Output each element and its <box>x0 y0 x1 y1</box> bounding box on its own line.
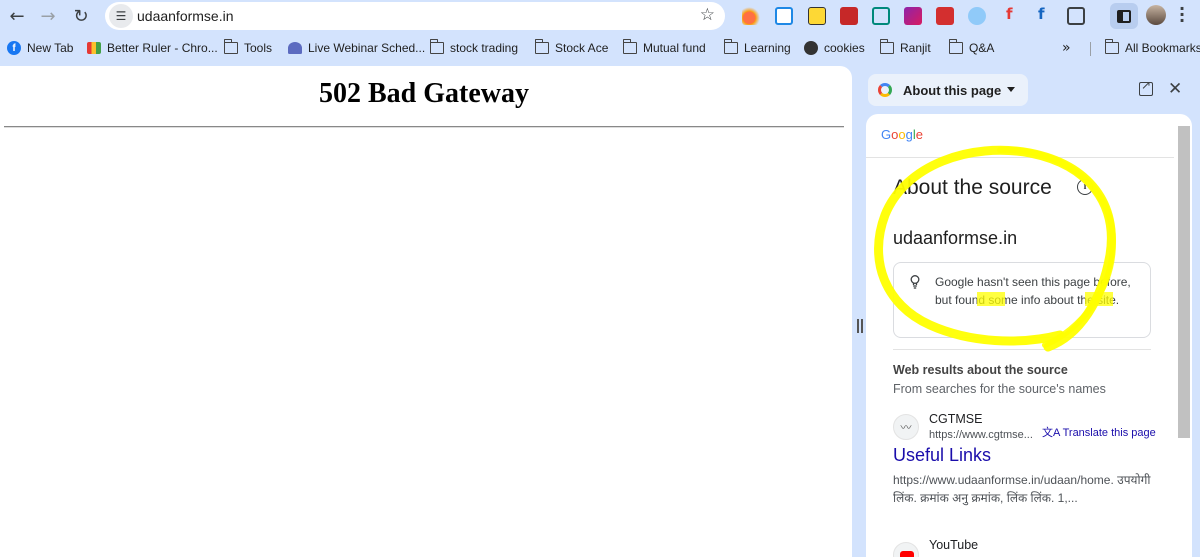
web-page-content: 502 Bad Gateway <box>0 66 852 557</box>
bookmark-folder[interactable]: Tools <box>223 39 273 57</box>
info-icon[interactable]: i <box>1077 179 1093 195</box>
bookmark-label: Q&A <box>969 41 995 55</box>
result-site-name: CGTMSE <box>929 412 983 426</box>
web-results-heading: Web results about the source <box>893 363 1068 377</box>
bookmark-label: Mutual fund <box>643 41 706 55</box>
bookmark-label: New Tab <box>27 41 74 55</box>
extension-red-icon[interactable] <box>840 7 858 25</box>
side-panel-resize-handle[interactable] <box>857 319 863 333</box>
notice-card: Google hasn't seen this page before, but… <box>893 262 1151 338</box>
side-panel-toggle-button[interactable] <box>1110 3 1138 29</box>
folder-icon <box>534 39 549 54</box>
result-site-url: https://www.cgtmse... <box>929 429 1033 441</box>
url-text[interactable]: udaanformse.in <box>137 8 234 24</box>
about-source-heading: About the source <box>893 176 1052 199</box>
result-title-link[interactable]: Useful Links <box>893 445 991 466</box>
notice-text: Google hasn't seen this page before, but… <box>935 275 1131 307</box>
bookmarks-bar: f New Tab Better Ruler - Chro... Tools Li… <box>0 36 1200 60</box>
bookmark-item[interactable]: Better Ruler - Chro... <box>87 39 218 57</box>
result-site-name: YouTube <box>929 538 979 552</box>
source-domain: udaanformse.in <box>893 228 1018 248</box>
bookmark-folder[interactable]: Ranjit <box>879 39 931 57</box>
bookmark-item[interactable]: cookies <box>804 39 865 57</box>
back-arrow-icon: ← <box>9 5 25 27</box>
bookmark-label: Live Webinar Sched... <box>308 41 426 55</box>
google-logo: Google <box>881 127 923 142</box>
error-heading: 502 Bad Gateway <box>319 78 529 109</box>
extension-cloud-icon[interactable] <box>968 7 986 25</box>
translate-link[interactable]: 文A Translate this page <box>1042 424 1156 440</box>
bookmark-label: Better Ruler - Chro... <box>107 41 218 55</box>
divider <box>866 157 1174 158</box>
webinar-icon <box>288 42 302 54</box>
extension-f-red-icon[interactable]: f <box>1006 5 1013 23</box>
bookmark-label: Learning <box>744 41 791 55</box>
folder-icon <box>1104 39 1119 54</box>
bookmark-folder[interactable]: Stock Ace <box>534 39 609 57</box>
chevron-down-icon <box>1007 87 1015 92</box>
folder-icon <box>948 39 963 54</box>
translate-icon: 文A <box>1042 427 1063 439</box>
extension-f-blue-icon[interactable]: f <box>1038 5 1045 23</box>
result-snippet: https://www.udaanformse.in/udaan/home. उ… <box>893 473 1151 505</box>
address-bar[interactable]: ☰ udaanformse.in ☆ <box>105 2 725 30</box>
browser-toolbar: ← → ↻ ☰ udaanformse.in ☆ f f · · · <box>0 0 1200 32</box>
extension-m-icon[interactable] <box>904 7 922 25</box>
tune-icon: ☰ <box>115 9 127 23</box>
folder-icon <box>879 39 894 54</box>
forward-button[interactable]: → <box>35 4 61 28</box>
open-in-new-tab-icon[interactable] <box>1139 78 1153 96</box>
site-info-icon[interactable]: ☰ <box>109 4 133 28</box>
folder-icon <box>429 39 444 54</box>
extension-exit-icon[interactable] <box>872 7 890 25</box>
horizontal-rule <box>4 126 844 128</box>
bookmark-folder[interactable]: stock trading <box>429 39 519 57</box>
extension-badge-icon[interactable] <box>808 7 826 25</box>
close-icon[interactable]: ✕ <box>1168 79 1182 99</box>
all-bookmarks-button[interactable]: All Bookmarks <box>1104 39 1200 57</box>
bookmark-item[interactable]: Live Webinar Sched... <box>288 39 425 57</box>
ruler-icon <box>87 42 101 54</box>
profile-avatar[interactable] <box>1146 5 1166 25</box>
bookmark-item[interactable]: f New Tab <box>7 39 73 57</box>
folder-icon <box>622 39 637 54</box>
youtube-icon <box>893 542 919 557</box>
more-bookmarks-button[interactable]: » <box>1062 40 1071 56</box>
bookmark-label: Tools <box>244 41 273 55</box>
facebook-icon: f <box>7 41 21 55</box>
bookmark-folder[interactable]: Q&A <box>948 39 995 57</box>
extension-pdf-icon[interactable] <box>936 7 954 25</box>
bookmark-folder[interactable]: Learning <box>723 39 791 57</box>
lightbulb-icon <box>910 275 920 289</box>
extension-flame-icon[interactable] <box>742 7 760 25</box>
gear-icon <box>804 41 818 55</box>
folder-icon <box>723 39 738 54</box>
side-panel-selector[interactable]: About this page <box>868 74 1028 106</box>
bookmark-folder[interactable]: Mutual fund <box>622 39 706 57</box>
about-this-page-panel: Google About the source i udaanformse.in… <box>866 114 1192 557</box>
menu-dots-icon[interactable]: · · · <box>1176 1 1188 29</box>
google-g-icon <box>878 83 892 97</box>
bookmark-label: stock trading <box>450 41 519 55</box>
web-results-subheading: From searches for the source's names <box>893 382 1106 396</box>
back-button[interactable]: ← <box>4 4 30 28</box>
extensions-puzzle-icon[interactable] <box>1067 7 1085 25</box>
cgtmse-favicon: 〰 <box>893 414 919 440</box>
scrollbar-thumb[interactable] <box>1178 126 1190 438</box>
reload-button[interactable]: ↻ <box>68 4 94 28</box>
extension-shield-icon[interactable] <box>775 7 793 25</box>
forward-arrow-icon: → <box>40 5 56 27</box>
bookmark-separator <box>1090 42 1091 56</box>
bookmark-label: All Bookmarks <box>1125 41 1200 55</box>
side-panel-icon <box>1117 9 1131 23</box>
side-panel-title: About this page <box>903 83 1002 98</box>
bookmark-label: Ranjit <box>900 41 931 55</box>
reload-icon: ↻ <box>73 5 89 27</box>
bookmark-label: Stock Ace <box>555 41 609 55</box>
bookmark-label: cookies <box>824 41 865 55</box>
folder-icon <box>223 39 238 54</box>
divider <box>893 349 1151 350</box>
bookmark-star-icon[interactable]: ☆ <box>700 5 715 25</box>
